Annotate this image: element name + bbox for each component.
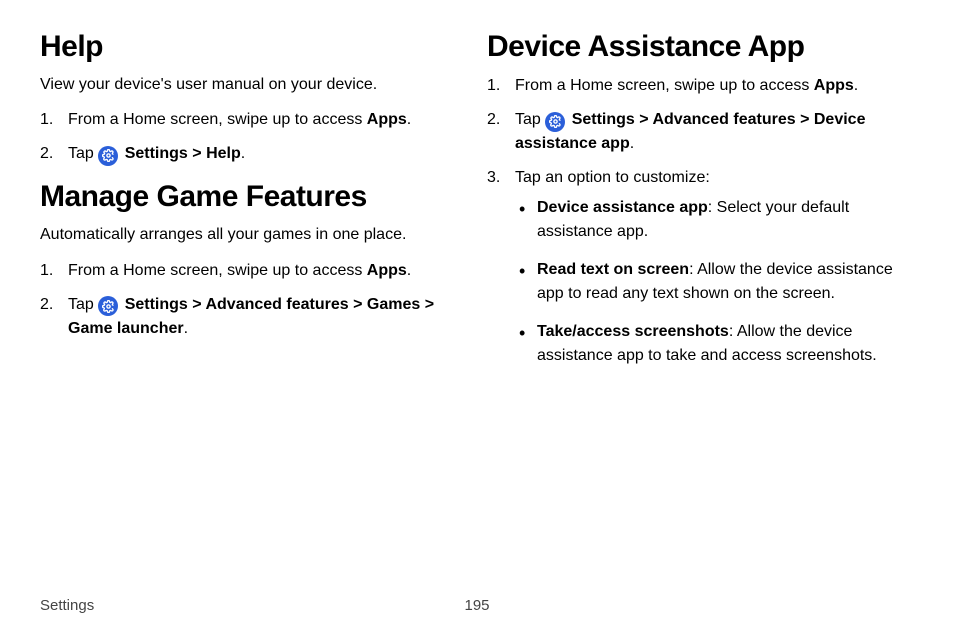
text: Tap an option to customize: [515, 169, 710, 186]
assist-option-2: Read text on screen: Allow the device as… [515, 258, 914, 306]
games-section: Manage Game Features Automatically arran… [40, 180, 467, 340]
option-label: Take/access screenshots [537, 323, 729, 340]
help-step-2: Tap Settings > Help. [40, 142, 467, 166]
advanced-label: Advanced features [205, 296, 348, 313]
text: . [241, 145, 245, 162]
games-step-1: From a Home screen, swipe up to access A… [40, 259, 467, 283]
text: . [407, 111, 411, 128]
page-body: Help View your device's user manual on y… [0, 0, 954, 580]
help-section: Help View your device's user manual on y… [40, 30, 467, 166]
text: From a Home screen, swipe up to access [68, 111, 367, 128]
text: . [407, 262, 411, 279]
text: From a Home screen, swipe up to access [68, 262, 367, 279]
games-heading: Manage Game Features [40, 180, 467, 214]
text: . [184, 320, 188, 337]
sep: > [349, 296, 367, 313]
text: From a Home screen, swipe up to access [515, 77, 814, 94]
sep: > [188, 296, 206, 313]
games-intro: Automatically arranges all your games in… [40, 224, 467, 246]
help-heading: Help [40, 30, 467, 64]
settings-label: Settings [125, 296, 188, 313]
settings-label: Settings [572, 111, 635, 128]
right-column: Device Assistance App From a Home screen… [477, 30, 924, 580]
footer-page-number: 195 [464, 597, 489, 614]
text: Tap [68, 145, 98, 162]
option-label: Read text on screen [537, 261, 689, 278]
apps-label: Apps [367, 111, 407, 128]
launcher-label: Game launcher [68, 320, 184, 337]
assist-heading: Device Assistance App [487, 30, 914, 64]
left-column: Help View your device's user manual on y… [30, 30, 477, 580]
settings-label: Settings [125, 145, 188, 162]
text: Tap [515, 111, 545, 128]
text: . [630, 135, 634, 152]
settings-icon [545, 112, 565, 132]
help-steps: From a Home screen, swipe up to access A… [40, 108, 467, 166]
option-label: Device assistance app [537, 199, 708, 216]
help-step-1: From a Home screen, swipe up to access A… [40, 108, 467, 132]
assist-step-2: Tap Settings > Advanced features > Devic… [487, 108, 914, 156]
assist-section: Device Assistance App From a Home screen… [487, 30, 914, 368]
text: . [854, 77, 858, 94]
advanced-label: Advanced features [652, 111, 795, 128]
apps-label: Apps [367, 262, 407, 279]
footer-section: Settings [40, 597, 94, 614]
games-steps: From a Home screen, swipe up to access A… [40, 259, 467, 341]
assist-step-1: From a Home screen, swipe up to access A… [487, 74, 914, 98]
settings-icon [98, 146, 118, 166]
games-label: Games [367, 296, 420, 313]
help-intro: View your device's user manual on your d… [40, 74, 467, 96]
page-footer: Settings 195 [0, 597, 954, 614]
assist-option-3: Take/access screenshots: Allow the devic… [515, 320, 914, 368]
assist-options: Device assistance app: Select your defau… [515, 196, 914, 368]
sep: > [635, 111, 653, 128]
apps-label: Apps [814, 77, 854, 94]
assist-steps: From a Home screen, swipe up to access A… [487, 74, 914, 368]
sep: > [188, 145, 206, 162]
sep: > [420, 296, 434, 313]
games-step-2: Tap Settings > Advanced features > Games… [40, 293, 467, 341]
sep: > [796, 111, 814, 128]
assist-step-3: Tap an option to customize: Device assis… [487, 166, 914, 368]
help-label: Help [206, 145, 241, 162]
text: Tap [68, 296, 98, 313]
assist-option-1: Device assistance app: Select your defau… [515, 196, 914, 244]
settings-icon [98, 296, 118, 316]
